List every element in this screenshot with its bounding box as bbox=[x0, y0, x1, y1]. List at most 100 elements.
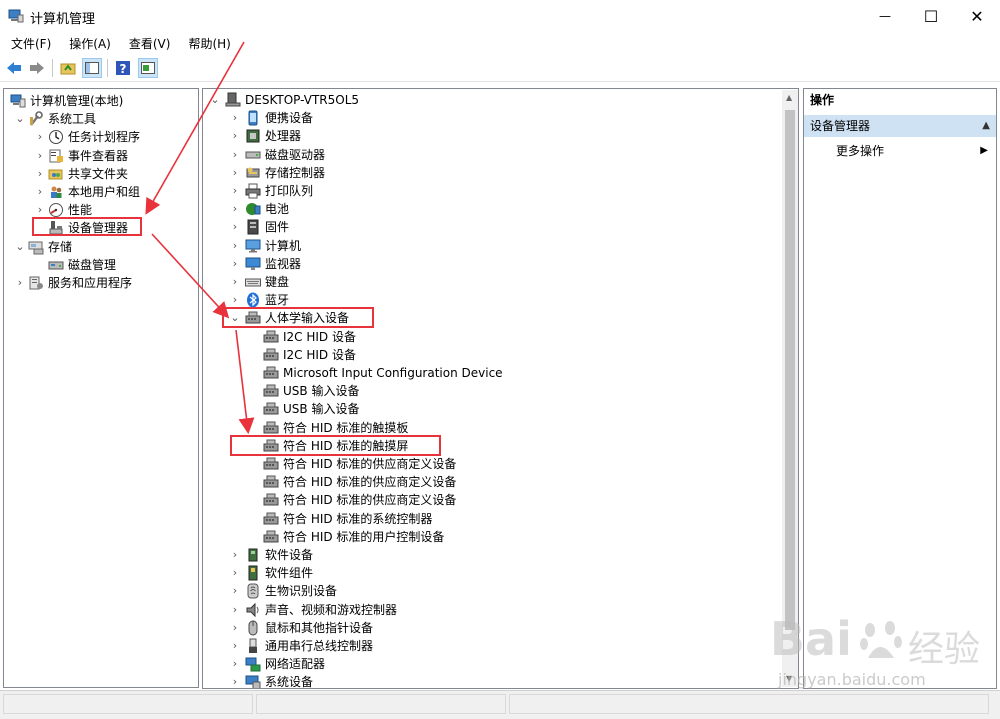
system-tools-icon bbox=[28, 111, 44, 127]
minimize-icon: — bbox=[879, 9, 891, 23]
status-cell bbox=[3, 694, 253, 714]
chevron-right-icon[interactable]: › bbox=[34, 183, 46, 201]
keyboard-icon bbox=[245, 274, 261, 290]
chevron-down-icon[interactable]: ⌄ bbox=[14, 110, 26, 128]
tree-item-4-label: 共享文件夹 bbox=[68, 166, 129, 181]
device-category-9-label: 键盘 bbox=[265, 275, 290, 289]
action-pane-icon bbox=[141, 62, 155, 74]
chevron-right-icon[interactable]: › bbox=[229, 655, 241, 673]
forward-button[interactable] bbox=[28, 59, 46, 77]
tree-item-1-label: 系统工具 bbox=[48, 112, 97, 127]
status-cell bbox=[509, 694, 989, 714]
hid-device-7-label: 符合 HID 标准的供应商定义设备 bbox=[283, 457, 457, 471]
hid-icon bbox=[263, 456, 279, 472]
menu-help[interactable]: 帮助(H) bbox=[177, 32, 237, 52]
chevron-right-icon[interactable]: › bbox=[229, 273, 241, 291]
computer-management-icon bbox=[8, 9, 24, 23]
hid-device-2-label: Microsoft Input Configuration Device bbox=[283, 366, 503, 380]
hid-device-0-label: I2C HID 设备 bbox=[283, 329, 356, 344]
show-hide-tree-button[interactable] bbox=[82, 58, 102, 78]
tree-item-3-label: 事件查看器 bbox=[68, 148, 129, 163]
chevron-right-icon[interactable]: › bbox=[34, 147, 46, 165]
root-computer-icon bbox=[225, 92, 241, 108]
hid-icon bbox=[263, 365, 279, 381]
network-adapter-icon bbox=[245, 656, 261, 672]
hid-device-3-label: USB 输入设备 bbox=[283, 384, 360, 399]
device-tree-scrollbar[interactable]: ▲ ▼ bbox=[782, 90, 798, 687]
device-category-b0-label: 软件设备 bbox=[265, 548, 314, 562]
menu-file[interactable]: 文件(F) bbox=[0, 32, 58, 52]
close-icon: ✕ bbox=[970, 6, 984, 26]
minimize-button[interactable]: — bbox=[862, 0, 908, 32]
print-queue-icon bbox=[245, 183, 261, 199]
baidu-watermark: Bai 经验 jingyan.baidu.com bbox=[770, 612, 990, 702]
back-button[interactable] bbox=[5, 59, 23, 77]
chevron-right-icon[interactable]: › bbox=[229, 109, 241, 127]
scroll-up-icon[interactable]: ▲ bbox=[786, 93, 792, 102]
chevron-right-icon[interactable]: › bbox=[229, 546, 241, 564]
chevron-right-icon[interactable]: › bbox=[229, 127, 241, 145]
chevron-right-icon[interactable]: › bbox=[229, 200, 241, 218]
chevron-down-icon[interactable]: ⌄ bbox=[14, 238, 26, 256]
chevron-right-icon[interactable]: › bbox=[229, 255, 241, 273]
hid-device-10-label: 符合 HID 标准的系统控制器 bbox=[283, 511, 433, 526]
close-button[interactable]: ✕ bbox=[954, 0, 1000, 32]
storage-controller-icon bbox=[245, 165, 261, 181]
toolbar-separator bbox=[52, 59, 53, 77]
menu-bar: 文件(F) 操作(A) 查看(V) 帮助(H) bbox=[0, 32, 1000, 54]
scrollbar-thumb[interactable] bbox=[785, 110, 795, 630]
highlight-box-device-manager bbox=[32, 217, 142, 236]
chevron-right-icon[interactable]: › bbox=[229, 673, 241, 688]
watermark-url: jingyan.baidu.com bbox=[778, 670, 926, 689]
chevron-right-icon[interactable]: › bbox=[34, 128, 46, 146]
services-apps-icon bbox=[28, 275, 44, 291]
chevron-right-icon[interactable]: › bbox=[229, 637, 241, 655]
highlight-box-touchscreen bbox=[230, 435, 441, 456]
chevron-right-icon[interactable]: › bbox=[229, 601, 241, 619]
chevron-right-icon[interactable]: › bbox=[229, 146, 241, 164]
show-hide-action-pane-button[interactable] bbox=[138, 58, 158, 78]
actions-header: 操作 bbox=[804, 89, 996, 111]
title-bar: 计算机管理 — ☐ ✕ bbox=[0, 0, 1000, 32]
paw-icon bbox=[860, 621, 902, 658]
shared-folder-icon bbox=[48, 166, 64, 182]
chevron-right-icon[interactable]: › bbox=[229, 582, 241, 600]
watermark-brand: Bai bbox=[770, 612, 852, 666]
help-button[interactable]: ? bbox=[114, 59, 132, 77]
hid-device-5-label: 符合 HID 标准的触摸板 bbox=[283, 420, 409, 435]
actions-pane: 操作 设备管理器 ▲ 更多操作 ▶ bbox=[803, 88, 997, 689]
chevron-right-icon[interactable]: › bbox=[229, 619, 241, 637]
more-actions-label: 更多操作 bbox=[836, 144, 885, 158]
menu-view[interactable]: 查看(V) bbox=[118, 32, 178, 52]
menu-action[interactable]: 操作(A) bbox=[58, 32, 118, 52]
window-title: 计算机管理 bbox=[30, 12, 96, 27]
hid-icon bbox=[263, 420, 279, 436]
portable-device-icon bbox=[245, 110, 261, 126]
chevron-down-icon[interactable]: ⌄ bbox=[209, 91, 221, 109]
chevron-right-icon[interactable]: › bbox=[14, 274, 26, 292]
chevron-right-icon[interactable]: › bbox=[229, 564, 241, 582]
chevron-right-icon[interactable]: › bbox=[229, 164, 241, 182]
console-tree-pane: 计算机管理(本地) ⌄ 系统工具 › 任务计划程序 › 事件查看器 › 共享文件夹 › 本地用户和组… bbox=[3, 88, 199, 688]
device-category-7-label: 计算机 bbox=[265, 238, 302, 253]
maximize-button[interactable]: ☐ bbox=[908, 0, 954, 32]
hid-icon bbox=[263, 347, 279, 363]
collapse-up-icon[interactable]: ▲ bbox=[982, 115, 990, 137]
chevron-right-icon[interactable]: › bbox=[34, 165, 46, 183]
forward-arrow-icon bbox=[30, 62, 44, 74]
bluetooth-icon bbox=[245, 292, 261, 308]
computer-icon bbox=[245, 238, 261, 254]
device-category-b3-label: 声音、视频和游戏控制器 bbox=[265, 602, 398, 617]
chevron-right-icon[interactable]: › bbox=[229, 237, 241, 255]
chevron-right-icon[interactable]: › bbox=[229, 182, 241, 200]
device-category-0-label: 便携设备 bbox=[265, 111, 314, 126]
chevron-right-icon[interactable]: › bbox=[229, 218, 241, 236]
tree-item-2-label: 任务计划程序 bbox=[68, 130, 141, 145]
console-tree-icon bbox=[85, 62, 99, 74]
highlight-box-hid bbox=[222, 307, 374, 328]
back-arrow-icon bbox=[7, 62, 21, 74]
watermark-brand-2: 经验 bbox=[908, 629, 981, 670]
up-folder-button[interactable] bbox=[59, 59, 77, 77]
actions-section-device-manager[interactable]: 设备管理器 ▲ bbox=[804, 115, 996, 137]
more-actions-item[interactable]: 更多操作 ▶ bbox=[804, 141, 996, 161]
